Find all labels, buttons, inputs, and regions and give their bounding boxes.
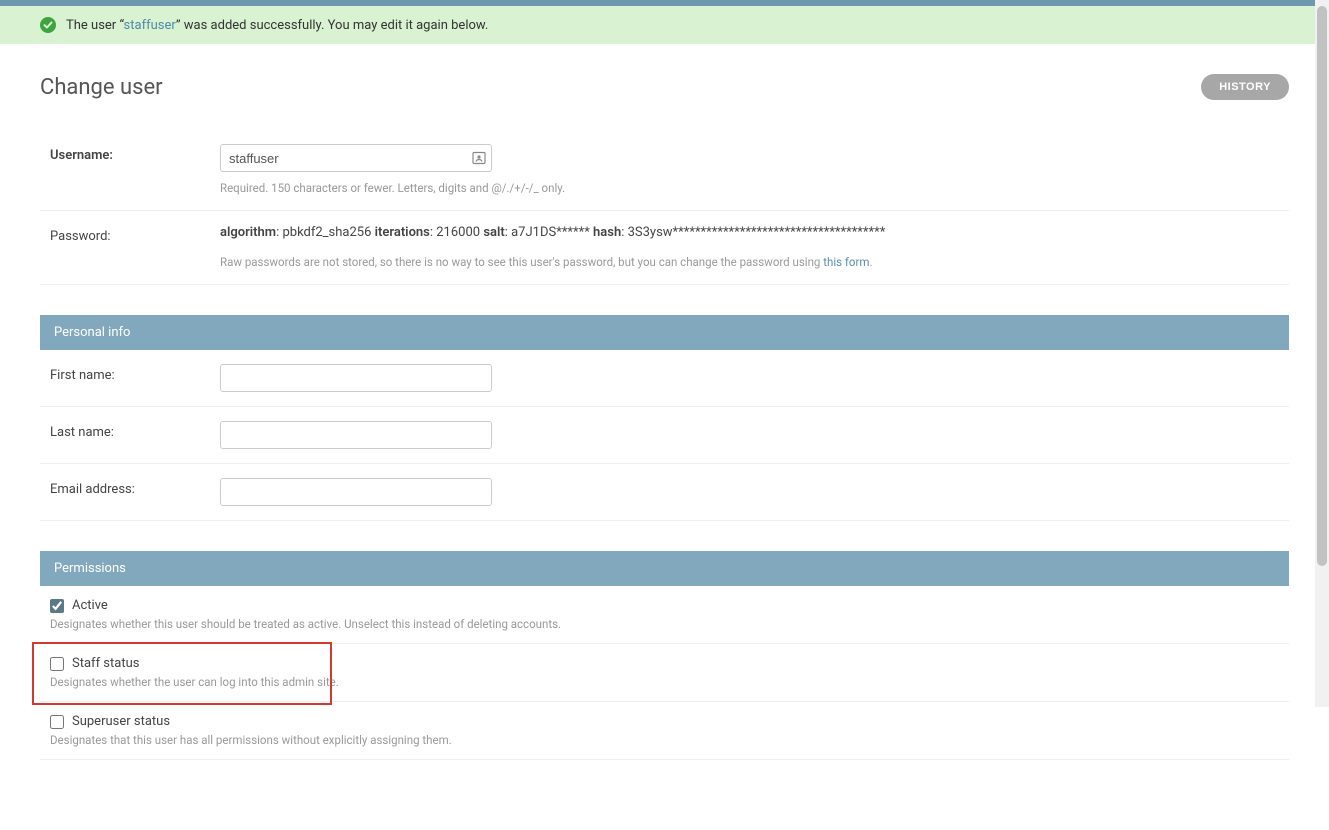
superuser-row: Superuser status Designates that this us…	[40, 702, 1289, 760]
personal-info-fieldset: Personal info First name: Last name: Ema…	[40, 315, 1289, 521]
success-banner: The user “staffuser” was added successfu…	[0, 6, 1329, 44]
password-help: Raw passwords are not stored, so there i…	[220, 254, 1279, 270]
last-name-input[interactable]	[220, 421, 492, 449]
password-row: Password: algorithm: pbkdf2_sha256 itera…	[40, 211, 1289, 285]
staff-checkbox[interactable]	[50, 657, 64, 671]
username-row: Username: Required. 150 characters or fe…	[40, 130, 1289, 211]
change-password-link[interactable]: this form	[823, 255, 869, 269]
active-row: Active Designates whether this user shou…	[40, 586, 1289, 644]
banner-text: The user “staffuser” was added successfu…	[66, 18, 488, 33]
first-name-row: First name:	[40, 350, 1289, 407]
username-help: Required. 150 characters or fewer. Lette…	[220, 180, 1279, 196]
active-label-line[interactable]: Active	[50, 598, 1279, 613]
staff-status-row: Staff status Designates whether the user…	[40, 644, 1289, 702]
staff-help: Designates whether the user can log into…	[50, 675, 1279, 689]
last-name-row: Last name:	[40, 407, 1289, 464]
history-button[interactable]: HISTORY	[1201, 74, 1289, 100]
permissions-header: Permissions	[40, 551, 1289, 586]
password-label: Password:	[50, 225, 220, 244]
username-input[interactable]	[220, 144, 492, 172]
superuser-label: Superuser status	[72, 714, 170, 729]
superuser-help: Designates that this user has all permis…	[50, 733, 1279, 747]
email-row: Email address:	[40, 464, 1289, 521]
scrollbar-thumb[interactable]	[1317, 6, 1327, 566]
page-title: Change user	[40, 75, 163, 100]
last-name-label: Last name:	[50, 421, 220, 440]
permissions-fieldset: Permissions Active Designates whether th…	[40, 551, 1289, 760]
check-circle-icon	[40, 17, 56, 33]
banner-user-link[interactable]: staffuser	[124, 18, 176, 33]
active-label: Active	[72, 598, 108, 613]
email-label: Email address:	[50, 478, 220, 497]
main-content: Change user HISTORY Username: Required. …	[0, 44, 1329, 830]
staff-label: Staff status	[72, 656, 139, 671]
username-label: Username:	[50, 144, 220, 163]
active-help: Designates whether this user should be t…	[50, 617, 1279, 631]
superuser-label-line[interactable]: Superuser status	[50, 714, 1279, 729]
password-hash-line: algorithm: pbkdf2_sha256 iterations: 216…	[220, 225, 1279, 240]
email-input[interactable]	[220, 478, 492, 506]
active-checkbox[interactable]	[50, 599, 64, 613]
first-name-label: First name:	[50, 364, 220, 383]
main-fieldset: Username: Required. 150 characters or fe…	[40, 130, 1289, 285]
superuser-checkbox[interactable]	[50, 715, 64, 729]
vertical-scrollbar[interactable]	[1315, 0, 1329, 707]
header-row: Change user HISTORY	[40, 74, 1289, 100]
personal-info-header: Personal info	[40, 315, 1289, 350]
first-name-input[interactable]	[220, 364, 492, 392]
staff-label-line[interactable]: Staff status	[50, 656, 1279, 671]
